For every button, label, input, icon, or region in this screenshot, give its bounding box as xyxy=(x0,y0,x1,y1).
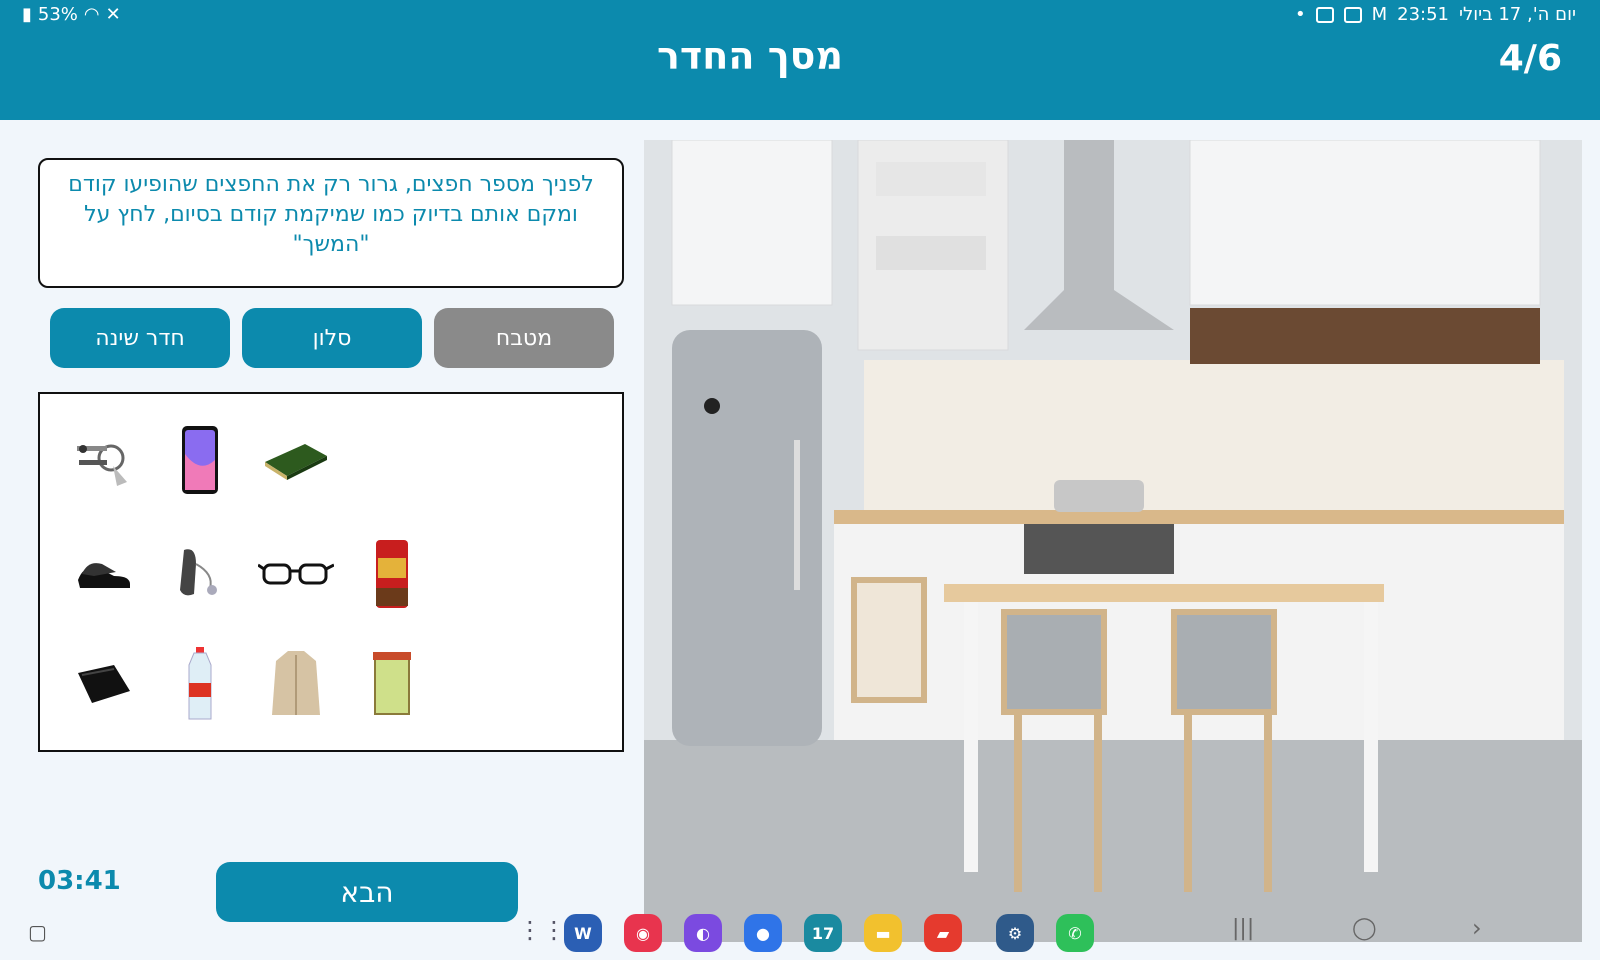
wifi-icon: ◠ xyxy=(83,4,100,25)
header-bar: ▮ 53% ◠ ✕ יום ה', 17 ביולי 23:51 M • מסך… xyxy=(0,0,1600,120)
notes-icon[interactable]: ▰ xyxy=(924,914,962,952)
status-time: 23:51 xyxy=(1397,4,1450,25)
contact-icon xyxy=(1343,6,1362,23)
messages-icon[interactable]: ● xyxy=(744,914,782,952)
back-icon[interactable]: › xyxy=(1472,914,1482,942)
word-icon[interactable]: W xyxy=(564,914,602,952)
keys-icon[interactable] xyxy=(64,420,144,500)
calendar-icon[interactable]: 17 xyxy=(804,914,842,952)
countdown-timer: 03:41 xyxy=(38,866,121,896)
shoes-icon[interactable] xyxy=(64,534,144,614)
browser-icon[interactable]: ◐ xyxy=(684,914,722,952)
kitchen-scene xyxy=(644,140,1582,942)
progress-counter: 4/6 xyxy=(1498,38,1562,79)
book-icon[interactable] xyxy=(256,420,336,500)
instructions-box: לפניך מספר חפצים, גרור רק את החפצים שהופ… xyxy=(38,158,624,288)
status-right: יום ה', 17 ביולי 23:51 M • xyxy=(1295,4,1576,25)
status-date: יום ה', 17 ביולי xyxy=(1459,4,1576,25)
home-icon[interactable]: ◯ xyxy=(1352,916,1377,941)
status-left: ▮ 53% ◠ ✕ xyxy=(22,4,121,25)
coat-icon[interactable] xyxy=(256,644,336,724)
tab-bedroom[interactable]: חדר שינה xyxy=(50,308,230,368)
glasses-icon[interactable] xyxy=(256,534,336,614)
water-bottle-icon[interactable] xyxy=(160,644,240,724)
wallet-icon[interactable] xyxy=(64,644,144,724)
screenshot-icon[interactable]: ▢ xyxy=(28,920,47,944)
battery-level: 53% xyxy=(37,4,78,25)
whatsapp-icon[interactable]: ✆ xyxy=(1056,914,1094,952)
mute-icon: ✕ xyxy=(105,4,121,25)
apps-grid-icon[interactable]: ⋮⋮ xyxy=(518,916,566,944)
tab-living-room[interactable]: סלון xyxy=(242,308,422,368)
settings-icon[interactable]: ⚙ xyxy=(996,914,1034,952)
recent-apps-icon[interactable]: ||| xyxy=(1232,916,1254,941)
files-icon[interactable]: ▬ xyxy=(864,914,902,952)
dot-icon: • xyxy=(1294,4,1306,25)
spice-jar-icon[interactable] xyxy=(352,534,432,614)
items-panel xyxy=(38,392,624,752)
calendar-notification-icon xyxy=(1315,6,1334,23)
battery-icon: ▮ xyxy=(22,4,32,25)
tea-box-icon[interactable] xyxy=(352,644,432,724)
smartphone-icon[interactable] xyxy=(160,420,240,500)
camera-icon[interactable]: ◉ xyxy=(624,914,662,952)
hearing-aid-icon[interactable] xyxy=(160,534,240,614)
tab-kitchen[interactable]: מטבח xyxy=(434,308,614,368)
page-title: מסך החדר xyxy=(657,34,843,78)
gmail-icon: M xyxy=(1371,4,1388,25)
